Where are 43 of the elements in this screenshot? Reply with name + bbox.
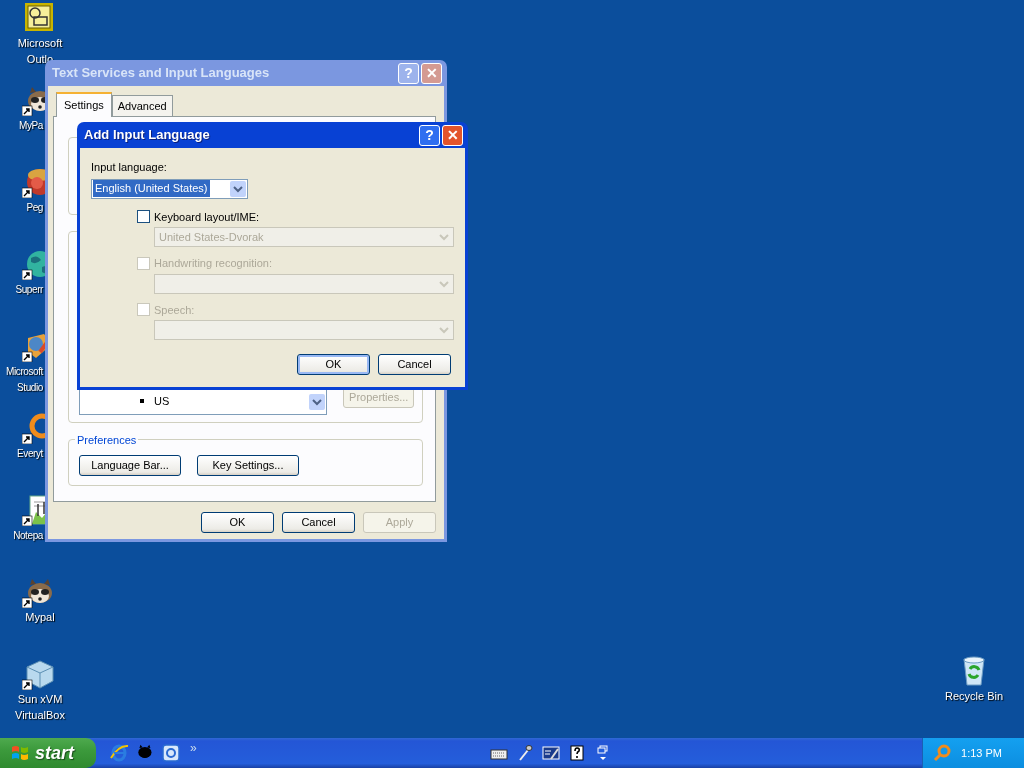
- icon-label: Mypal: [25, 611, 55, 624]
- tab[interactable]: Settings: [56, 91, 112, 117]
- language-bar-button[interactable]: Language Bar...: [79, 455, 181, 476]
- icon-label: Peg: [25, 201, 43, 214]
- selected-value: United States-Dvorak: [158, 229, 264, 245]
- bullet-icon: [140, 399, 144, 404]
- icon-label: Superr: [14, 283, 43, 296]
- icon-label: Microsoft: [17, 37, 63, 50]
- ok-button[interactable]: OK: [201, 512, 274, 533]
- window-title: Add Input Language: [84, 126, 211, 145]
- help-icon[interactable]: [568, 744, 587, 762]
- checkbox-label: Handwriting recognition:: [154, 256, 272, 271]
- icon-label: Microsoft: [5, 365, 43, 378]
- checkbox-label: Speech:: [154, 302, 195, 318]
- pen-tablet-icon[interactable]: [542, 744, 561, 762]
- ok-button[interactable]: OK: [297, 354, 370, 375]
- app-icon[interactable]: [161, 743, 181, 763]
- close-button[interactable]: ✕: [442, 124, 463, 146]
- icon-label: Studio: [16, 381, 43, 394]
- windows-logo-icon: [10, 743, 30, 763]
- icon-label: MyPa: [18, 119, 43, 132]
- checkbox-label: Keyboard layout/IME:: [154, 209, 260, 225]
- clock: 1:13 PM: [961, 745, 1002, 761]
- icon-label: VirtualBox: [15, 709, 65, 722]
- start-button[interactable]: start: [0, 738, 96, 768]
- language-dropdown[interactable]: English (United States): [91, 178, 248, 199]
- tab[interactable]: Advanced: [111, 94, 173, 116]
- icon-label: Notepa: [12, 529, 43, 542]
- key-settings-button[interactable]: Key Settings...: [197, 455, 299, 476]
- cancel-button[interactable]: Cancel: [282, 512, 355, 533]
- checkbox[interactable]: [137, 210, 150, 224]
- more-button[interactable]: »: [186, 739, 201, 757]
- icon-label: Recycle Bin: [944, 690, 1004, 703]
- icon-label: Everyt: [16, 447, 43, 460]
- cancel-button[interactable]: Cancel: [378, 354, 451, 375]
- selected-value: English (United States): [93, 180, 210, 197]
- field-label: Input language:: [91, 160, 168, 175]
- browser-icon[interactable]: [109, 743, 129, 763]
- microphone-icon[interactable]: [516, 744, 535, 762]
- icon-label: Sun xVM: [17, 693, 63, 706]
- list-item[interactable]: US: [154, 393, 170, 410]
- window-title: Text Services and Input Languages: [52, 64, 271, 83]
- help-button[interactable]: ?: [419, 124, 440, 146]
